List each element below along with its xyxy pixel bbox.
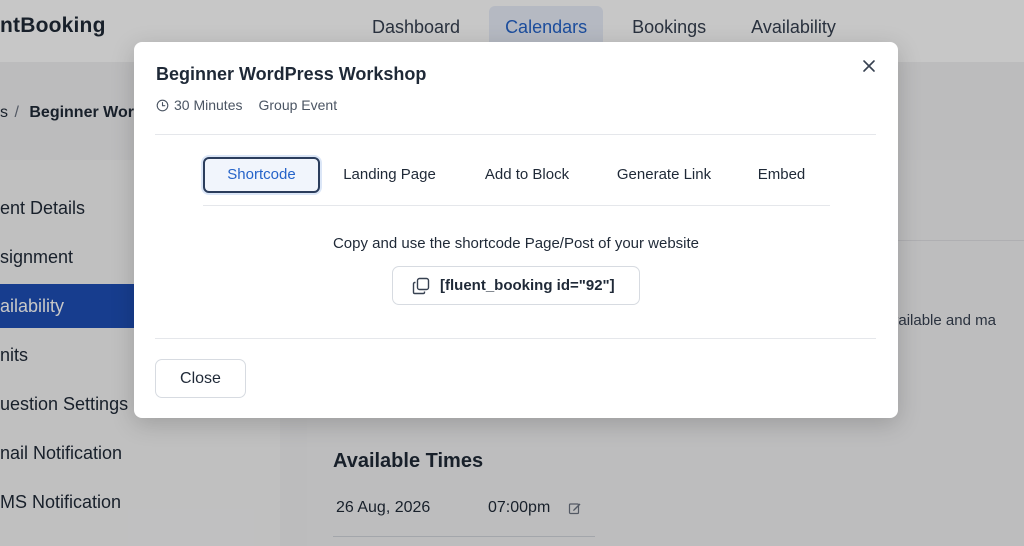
tab-embed[interactable]: Embed [749, 157, 814, 193]
divider [155, 134, 876, 135]
close-icon[interactable] [858, 55, 880, 77]
copy-shortcode-button[interactable]: [fluent_booking id="92"] [392, 266, 640, 305]
tab-generate-link[interactable]: Generate Link [608, 157, 720, 193]
event-meta: 30 Minutes Group Event [156, 97, 337, 113]
event-duration: 30 Minutes [174, 97, 243, 113]
copy-icon [412, 277, 430, 294]
share-dialog: Beginner WordPress Workshop 30 Minutes G… [134, 42, 898, 418]
tab-shortcode[interactable]: Shortcode [203, 157, 320, 193]
shortcode-instruction: Copy and use the shortcode Page/Post of … [332, 235, 700, 252]
tab-landing-page[interactable]: Landing Page [334, 157, 445, 193]
event-type: Group Event [258, 97, 338, 113]
share-tabs: Shortcode Landing Page Add to Block Gene… [203, 156, 830, 206]
close-button[interactable]: Close [155, 359, 246, 398]
clock-icon [156, 99, 169, 111]
shortcode-text: [fluent_booking id="92"] [440, 277, 615, 294]
tab-add-to-block[interactable]: Add to Block [471, 157, 583, 193]
dialog-title: Beginner WordPress Workshop [156, 64, 427, 84]
divider [155, 338, 876, 339]
